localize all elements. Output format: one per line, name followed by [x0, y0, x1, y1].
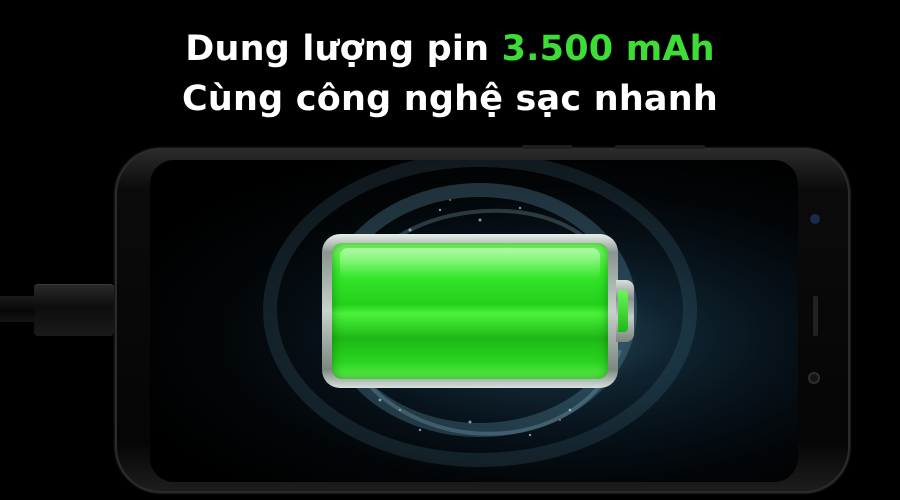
battery-capacity: 3.500 mAh	[501, 29, 715, 69]
volume-button	[522, 145, 572, 149]
headline-line-1: Dung lượng pin 3.500 mAh	[0, 24, 900, 74]
headline-line-2: Cùng công nghệ sạc nhanh	[182, 79, 718, 119]
front-camera	[808, 372, 820, 384]
headline-prefix: Dung lượng pin	[185, 29, 502, 69]
charging-battery-icon	[322, 234, 634, 388]
battery-terminal-fill	[618, 290, 628, 332]
sensor-dot	[810, 214, 820, 224]
usb-connector-icon	[34, 284, 114, 336]
bixby-button	[615, 145, 705, 149]
headline: Dung lượng pin 3.500 mAh Cùng công nghệ …	[0, 24, 900, 124]
battery-gloss	[340, 248, 600, 280]
iris-sensor	[813, 296, 818, 336]
